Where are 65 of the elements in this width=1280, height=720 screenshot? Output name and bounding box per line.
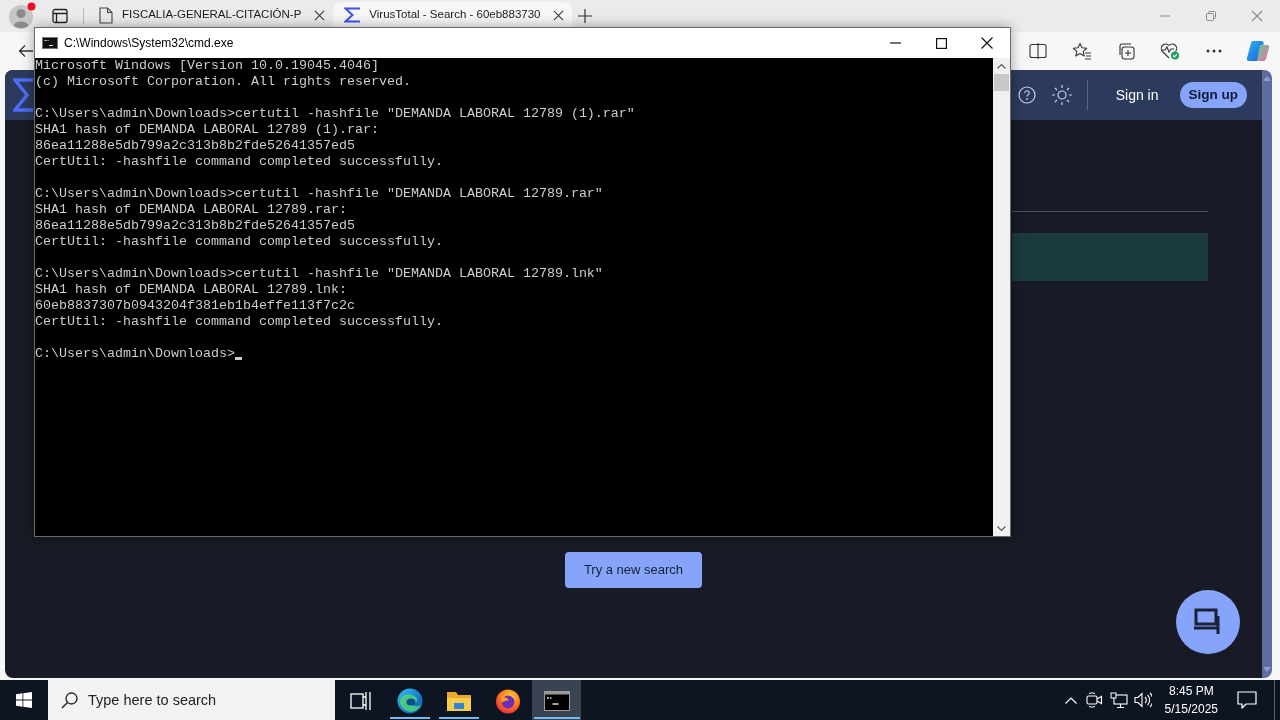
- scroll-down-icon[interactable]: [997, 525, 1006, 531]
- close-icon[interactable]: [553, 9, 565, 21]
- scroll-thumb[interactable]: [994, 74, 1009, 91]
- console-line: 86ea11288e5db799a2c313b8b2fde52641357ed5: [35, 218, 355, 234]
- window-title: C:\Windows\System32\cmd.exe: [64, 35, 234, 52]
- search-again-button[interactable]: Try a new search: [564, 552, 703, 588]
- heart-pulse-icon[interactable]: [1160, 42, 1180, 60]
- text-cursor-icon: [234, 357, 242, 360]
- terminal-icon: [42, 37, 58, 49]
- maximize-icon[interactable]: [935, 37, 947, 49]
- chevron-up-icon[interactable]: [1064, 696, 1077, 704]
- avatar-icon[interactable]: [8, 2, 36, 30]
- taskbar-app-button[interactable]: [532, 680, 581, 720]
- folder-icon: [445, 690, 472, 712]
- minimize-icon[interactable]: [889, 42, 901, 44]
- sun-icon[interactable]: [1051, 85, 1072, 105]
- restore-icon[interactable]: [1206, 11, 1216, 21]
- clock-date[interactable]: 5/15/2025: [1164, 700, 1218, 718]
- console-line: CertUtil: -hashfile command completed successfully.: [35, 234, 443, 250]
- favorites-icon[interactable]: [1072, 42, 1092, 60]
- console-line: CertUtil: -hashfile command completed successfully.: [35, 154, 443, 170]
- clock-time[interactable]: 8:45 PM: [1164, 682, 1218, 700]
- console-line: C:\Users\admin\Downloads>certutil -hashfile "DEMANDA LABORAL 12789.rar": [35, 186, 603, 202]
- new-tab-icon[interactable]: [578, 9, 593, 23]
- more-icon[interactable]: [1206, 49, 1222, 53]
- tab-actions-icon[interactable]: [52, 8, 68, 24]
- help-icon[interactable]: [1017, 86, 1036, 104]
- start-icon[interactable]: [16, 692, 32, 708]
- console-line: Microsoft Windows [Version 10.0.19045.4046]: [35, 58, 379, 74]
- terminal-icon: [543, 691, 570, 711]
- console-line: 86ea11288e5db799a2c313b8b2fde52641357ed5: [35, 138, 355, 154]
- volume-icon[interactable]: [1133, 692, 1152, 708]
- taskbar-search-field[interactable]: Type here to search: [48, 680, 335, 720]
- console-line: SHA1 hash of DEMANDA LABORAL 12789.lnk:: [35, 282, 347, 298]
- task-view-icon: [349, 691, 372, 711]
- back-arrow-icon[interactable]: [18, 44, 33, 58]
- close-icon[interactable]: [314, 9, 326, 21]
- console-line: 60eb8837307b0943204f381eb1b4effe113f7c2c: [35, 298, 355, 314]
- browser-tab[interactable]: FISCALIA-GENERAL-CITACIÓN-P: [88, 2, 334, 27]
- sign-in-link[interactable]: Sign in: [1115, 84, 1159, 106]
- collections-icon[interactable]: [1117, 42, 1135, 60]
- console-line: (c) Microsoft Corporation. All rights reserved.: [35, 74, 411, 90]
- sign-up-button[interactable]: Sign up: [1179, 82, 1247, 108]
- browser-tab[interactable]: VirusTotal - Search - 60eb883730: [333, 2, 573, 27]
- console-line: SHA1 hash of DEMANDA LABORAL 12789.rar:: [35, 202, 347, 218]
- assistant-logo-icon[interactable]: [1246, 39, 1270, 63]
- notifications-icon[interactable]: [1237, 691, 1257, 709]
- console-scrollbar[interactable]: [993, 58, 1010, 536]
- close-icon[interactable]: [981, 37, 993, 49]
- browser-icon: [396, 688, 423, 714]
- console-line: SHA1 hash of DEMANDA LABORAL 12789 (1).rar:: [35, 122, 379, 138]
- console-prompt: C:\Users\admin\Downloads>: [35, 346, 235, 362]
- split-screen-icon[interactable]: [1029, 43, 1047, 59]
- console-line: C:\Users\admin\Downloads>certutil -hashfile "DEMANDA LABORAL 12789.lnk": [35, 266, 603, 282]
- fox-browser-icon: [494, 688, 521, 714]
- sigma-logo-icon[interactable]: [13, 78, 33, 112]
- console-line: CertUtil: -hashfile command completed successfully.: [35, 314, 443, 330]
- camera-icon[interactable]: [1086, 692, 1104, 708]
- search-icon: [61, 692, 78, 709]
- document-icon: [99, 6, 113, 24]
- console-line: C:\Users\admin\Downloads>certutil -hashfile "DEMANDA LABORAL 12789 (1).rar": [35, 106, 635, 122]
- sigma-logo-icon: [344, 7, 361, 23]
- scroll-up-icon[interactable]: [997, 63, 1006, 69]
- network-icon[interactable]: [1109, 692, 1128, 708]
- floating-display-icon[interactable]: [1176, 590, 1240, 654]
